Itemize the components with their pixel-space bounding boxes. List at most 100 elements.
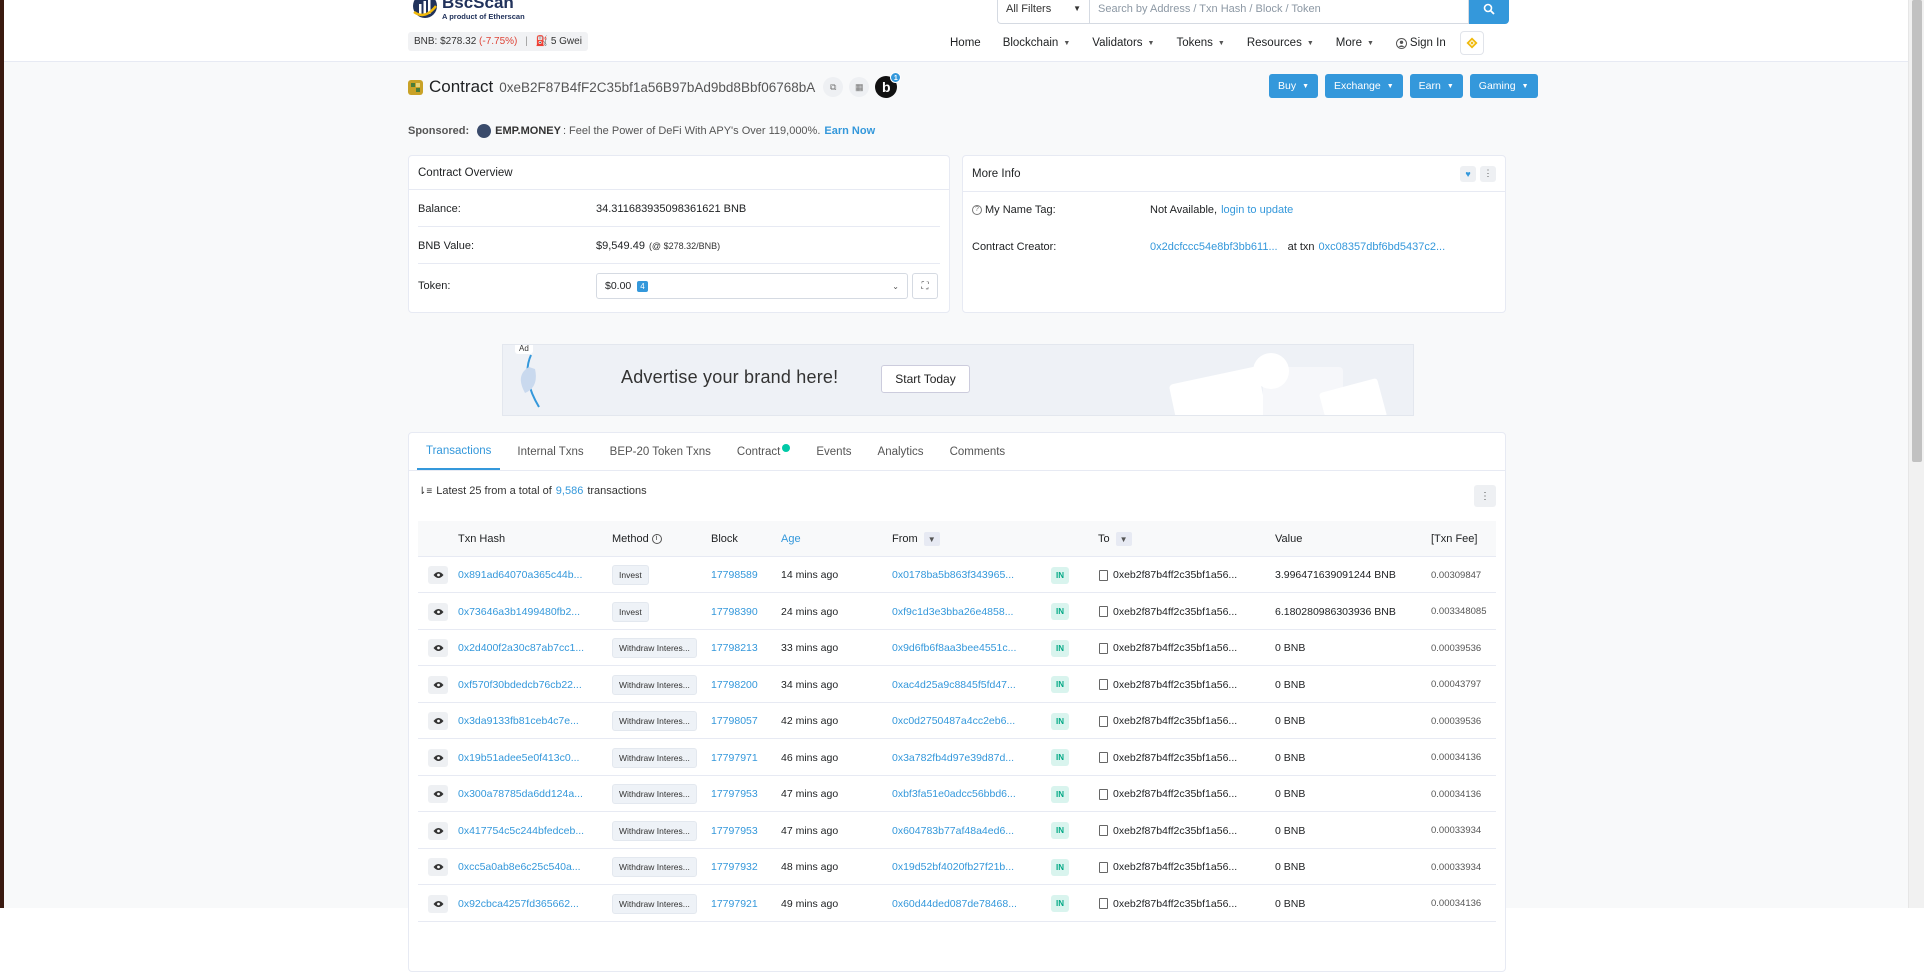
filter-icon[interactable]: ▼ (923, 532, 940, 546)
filter-icon[interactable]: ▼ (1115, 532, 1132, 546)
info-icon[interactable]: i (651, 534, 662, 544)
from-address-link[interactable]: 0x3a782fb4d97e39d87d... (892, 752, 1014, 764)
table-options-button[interactable]: ⋮ (1474, 485, 1496, 507)
txn-fee: 0.00039536 (1431, 715, 1482, 727)
tab-transactions-label: Transactions (426, 444, 492, 457)
txn-hash-link[interactable]: 0x2d400f2a30c87ab7cc1... (458, 642, 584, 654)
contract-doc-icon (1099, 752, 1108, 763)
gas-price[interactable]: 5 Gwei (551, 36, 582, 47)
sponsor-name[interactable]: EMP.MONEY (495, 125, 561, 137)
copy-address-button[interactable]: ⧉ (823, 77, 844, 97)
vertical-scrollbar[interactable] (1908, 0, 1924, 908)
earn-button[interactable]: Earn ▼ (1409, 74, 1463, 98)
nav-tokens[interactable]: Tokens ▼ (1176, 37, 1224, 49)
bscscan-logo[interactable]: BscScan A product of Etherscan (412, 0, 525, 24)
txn-hash-link[interactable]: 0xf570f30bdedcb76cb22... (458, 679, 582, 691)
nav-more[interactable]: More ▼ (1336, 37, 1374, 49)
from-address-link[interactable]: 0x19d52bf4020fb27f21b... (892, 861, 1014, 873)
view-details-button[interactable] (428, 821, 448, 840)
txn-hash-link[interactable]: 0x73646a3b1499480fb2... (458, 606, 580, 618)
favorite-button[interactable]: ♥ (1460, 165, 1476, 182)
search-filter-select[interactable]: All Filters ▼ (997, 0, 1089, 24)
nav-blockchain[interactable]: Blockchain ▼ (1003, 37, 1071, 49)
view-details-button[interactable] (428, 639, 448, 657)
nav-validators[interactable]: Validators ▼ (1092, 37, 1154, 49)
txn-hash-link[interactable]: 0x417754c5c244bfedceb... (458, 825, 584, 837)
view-details-button[interactable] (428, 566, 448, 584)
block-link[interactable]: 17798057 (711, 715, 758, 727)
txn-hash-link[interactable]: 0x891ad64070a365c44b... (458, 569, 582, 581)
sponsor-cta-link[interactable]: Earn Now (824, 125, 875, 137)
contract-overview-card: Contract Overview Balance: 34.3116839350… (408, 155, 950, 313)
bnb-price-change: (-7.75%) (479, 36, 518, 47)
nav-home[interactable]: Home (950, 37, 981, 49)
summary-prefix: Latest 25 from a total of (436, 485, 552, 497)
block-link[interactable]: 17797953 (711, 825, 758, 837)
creator-txn-link[interactable]: 0xc08357dbf6bd5437c2... (1319, 241, 1446, 253)
tab-bep20-token-txns[interactable]: BEP-20 Token Txns (601, 433, 720, 470)
tab-events[interactable]: Events (807, 433, 860, 470)
tab-analytics[interactable]: Analytics (869, 433, 933, 470)
from-address-link[interactable]: 0xbf3fa51e0adcc56bbd6... (892, 788, 1016, 800)
chevron-down-icon: ▼ (1521, 82, 1529, 90)
block-link[interactable]: 17797953 (711, 788, 758, 800)
tab-internal-txns[interactable]: Internal Txns (508, 433, 592, 470)
login-to-update-link[interactable]: login to update (1221, 204, 1293, 216)
exchange-button[interactable]: Exchange ▼ (1325, 74, 1403, 98)
ad-start-today-button[interactable]: Start Today (881, 365, 970, 393)
view-details-button[interactable] (428, 712, 448, 730)
txn-hash-link[interactable]: 0x300a78785da6dd124a... (458, 788, 583, 800)
ad-banner[interactable]: Ad Advertise your brand here! Start Toda… (502, 344, 1414, 416)
block-link[interactable]: 17798390 (711, 606, 758, 618)
block-link[interactable]: 17797971 (711, 752, 758, 764)
view-details-button[interactable] (428, 858, 448, 876)
txn-hash-link[interactable]: 0x19b51adee5e0f413c0... (458, 752, 579, 764)
total-transactions-link[interactable]: 9,586 (556, 485, 584, 497)
expand-token-button[interactable]: ⛶ (912, 273, 938, 299)
method-badge: Invest (612, 601, 649, 622)
from-address-link[interactable]: 0x0178ba5b863f343965... (892, 569, 1014, 581)
view-details-button[interactable] (428, 785, 448, 803)
chevron-down-icon: ▼ (1063, 39, 1071, 47)
from-address-link[interactable]: 0x9d6fb6f8aa3bee4551c... (892, 642, 1016, 654)
view-details-button[interactable] (428, 602, 448, 621)
from-address-link[interactable]: 0xac4d25a9c8845f5fd47... (892, 679, 1016, 691)
view-details-button[interactable] (428, 748, 448, 767)
age-value: 47 mins ago (781, 788, 839, 800)
search-button[interactable] (1469, 0, 1509, 24)
direction-badge: IN (1051, 712, 1069, 730)
txn-fee: 0.003348085 (1431, 606, 1487, 617)
block-link[interactable]: 17798213 (711, 642, 758, 654)
scrollbar-thumb[interactable] (1912, 0, 1922, 462)
txn-hash-link[interactable]: 0x3da9133fb81ceb4c7e... (458, 715, 579, 727)
block-link[interactable]: 17798589 (711, 569, 758, 581)
value-amount: 0 BNB (1275, 824, 1306, 837)
more-options-button[interactable]: ⋮ (1480, 165, 1496, 182)
sign-in-link[interactable]: Sign In (1395, 37, 1446, 49)
txn-hash-link[interactable]: 0xcc5a0ab8e6c25c540a... (458, 861, 581, 873)
from-address-link[interactable]: 0xf9c1d3e3bba26e4858... (892, 606, 1013, 618)
block-link[interactable]: 17797932 (711, 861, 758, 873)
creator-address-link[interactable]: 0x2dcfccc54e8bf3bb611... (1150, 241, 1278, 253)
direction-badge: IN (1051, 749, 1069, 766)
from-address-link[interactable]: 0x604783b77af48a4ed6... (892, 825, 1014, 837)
buy-button[interactable]: Buy ▼ (1269, 74, 1319, 98)
view-details-button[interactable] (428, 894, 448, 913)
gaming-button[interactable]: Gaming ▼ (1469, 74, 1538, 98)
view-details-button[interactable] (428, 675, 448, 694)
block-link[interactable]: 17798200 (711, 679, 758, 691)
tab-contract[interactable]: Contract (728, 433, 799, 470)
col-age[interactable]: Age (781, 521, 801, 557)
eye-icon (433, 754, 443, 761)
blockscan-chat-button[interactable]: b 1 (875, 72, 902, 98)
col-method: Method (612, 533, 649, 545)
from-address-link[interactable]: 0xc0d2750487a4cc2eb6... (892, 715, 1015, 727)
tab-transactions[interactable]: Transactions (417, 433, 501, 470)
tab-comments[interactable]: Comments (941, 433, 1015, 470)
search-input[interactable] (1089, 0, 1469, 24)
bnb-network-button[interactable] (1459, 31, 1484, 55)
nav-resources[interactable]: Resources ▼ (1247, 37, 1314, 49)
token-holdings-select[interactable]: $0.00 4 ⌄ (596, 273, 908, 299)
age-value: 48 mins ago (781, 861, 839, 873)
qr-code-button[interactable]: ▦ (849, 77, 870, 97)
